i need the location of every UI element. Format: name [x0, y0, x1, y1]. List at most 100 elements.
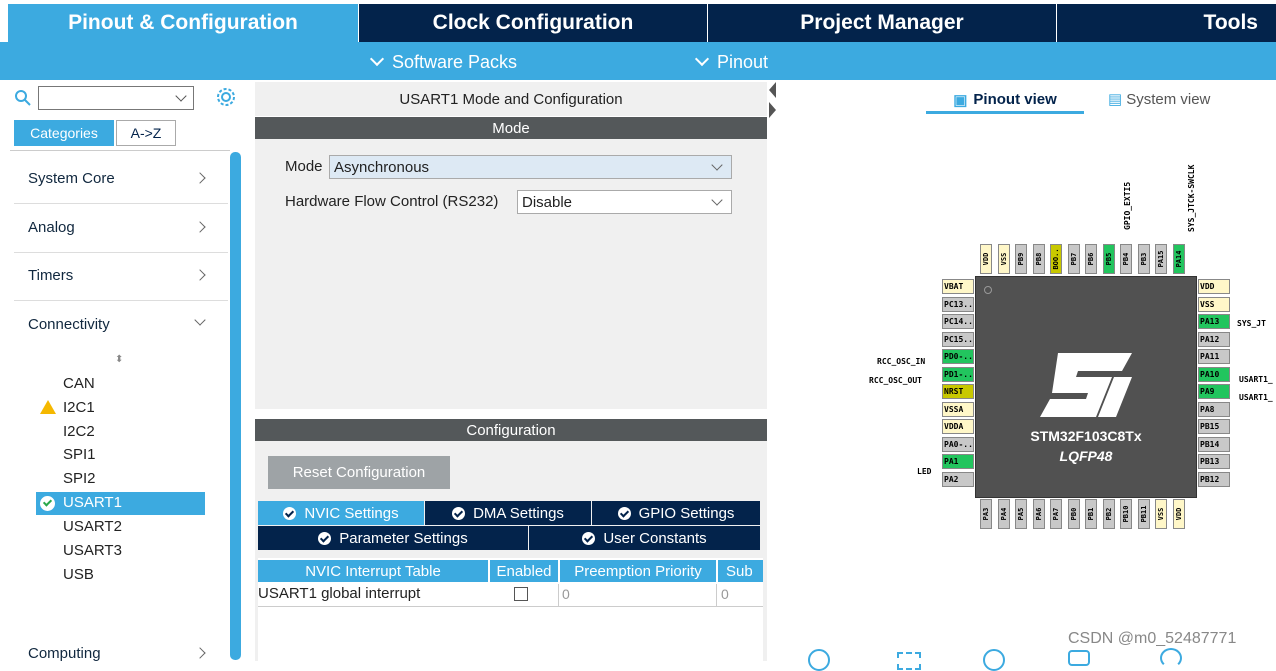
pin-vbat[interactable]: VBAT: [942, 279, 974, 294]
mode-select[interactable]: Asynchronous: [329, 155, 732, 179]
pin-pa8[interactable]: PA8: [1198, 401, 1230, 417]
peripheral-usart1[interactable]: USART1: [63, 494, 122, 511]
pinout-menu[interactable]: Pinout: [694, 50, 768, 74]
peripheral-can[interactable]: CAN: [63, 375, 95, 392]
tab-dma-settings[interactable]: DMA Settings: [425, 501, 591, 525]
peripheral-usart2[interactable]: USART2: [63, 518, 122, 535]
category-timers[interactable]: Timers: [28, 267, 208, 284]
pin-pa9[interactable]: PA9: [1198, 384, 1230, 399]
zoom-in-icon[interactable]: [808, 649, 830, 671]
refresh-icon[interactable]: [1160, 648, 1182, 668]
category-system-core[interactable]: System Core: [28, 170, 208, 187]
pin-vdd[interactable]: VDD: [1172, 499, 1185, 529]
pin-vdd[interactable]: VDD: [1198, 279, 1230, 294]
pin-pb0[interactable]: PB0: [1067, 499, 1080, 529]
tab-project-manager[interactable]: Project Manager: [707, 4, 1056, 42]
pin-pa13[interactable]: PA13: [1198, 314, 1230, 329]
pin-pa1[interactable]: PA1: [942, 454, 974, 469]
category-analog[interactable]: Analog: [28, 219, 208, 236]
reset-configuration-button[interactable]: Reset Configuration: [268, 456, 450, 489]
pin1-marker: [984, 286, 992, 294]
rotate-icon[interactable]: [1068, 650, 1090, 666]
pin-pb9[interactable]: PB9: [1015, 244, 1027, 274]
pin-pd1[interactable]: PD1-..: [942, 366, 974, 382]
pin-pb4[interactable]: PB4: [1120, 244, 1132, 274]
pin-pa3[interactable]: PA3: [980, 499, 992, 529]
tab-user-constants[interactable]: User Constants: [529, 526, 760, 550]
search-input[interactable]: [38, 86, 194, 110]
pin-vss[interactable]: VSS: [997, 244, 1010, 274]
pin-vssa[interactable]: VSSA: [942, 401, 974, 417]
tab-system-view[interactable]: ▤ System view: [1108, 90, 1210, 108]
pin-pb8[interactable]: PB8: [1032, 244, 1045, 274]
splitter[interactable]: [767, 82, 779, 661]
top-navigation: Pinout & Configuration Clock Configurati…: [0, 0, 1276, 42]
pin-pa11[interactable]: PA11: [1198, 349, 1230, 364]
zoom-out-icon[interactable]: [983, 649, 1005, 671]
chevron-down-icon: [369, 51, 385, 67]
configuration-header: Configuration: [255, 419, 767, 441]
pin-nrst[interactable]: NRST: [942, 384, 974, 399]
pin-pb6[interactable]: PB6: [1085, 244, 1097, 274]
pin-pd0[interactable]: PD0-..: [942, 349, 974, 364]
tab-a-to-z[interactable]: A->Z: [116, 120, 176, 146]
pin-pa6[interactable]: PA6: [1032, 499, 1045, 529]
check-icon: [283, 506, 297, 520]
pin-pb3[interactable]: PB3: [1137, 244, 1150, 274]
pin-pb14[interactable]: PB14: [1198, 436, 1230, 452]
pin-boo[interactable]: BOO..: [1050, 244, 1062, 274]
chevron-down-icon[interactable]: [175, 90, 187, 102]
peripheral-spi2[interactable]: SPI2: [63, 470, 96, 487]
peripheral-i2c2[interactable]: I2C2: [63, 423, 95, 440]
tab-nvic-settings[interactable]: NVIC Settings: [258, 501, 424, 525]
pin-pb7[interactable]: PB7: [1067, 244, 1080, 274]
pin-pc14[interactable]: PC14..: [942, 314, 974, 329]
scrollbar[interactable]: [230, 152, 241, 660]
peripheral-spi1[interactable]: SPI1: [63, 446, 96, 463]
pin-pc15[interactable]: PC15..: [942, 331, 974, 347]
software-packs-menu[interactable]: Software Packs: [369, 50, 517, 74]
category-computing[interactable]: Computing: [28, 645, 208, 662]
pin-pa12[interactable]: PA12: [1198, 331, 1230, 347]
table-cell-sub[interactable]: 0: [721, 586, 729, 602]
table-cell-preemption[interactable]: 0: [562, 586, 570, 602]
search-icon[interactable]: [14, 89, 32, 107]
pin-pa14[interactable]: PA14: [1172, 244, 1185, 274]
tab-categories[interactable]: Categories: [14, 120, 114, 146]
pin-vdda[interactable]: VDDA: [942, 419, 974, 434]
category-connectivity[interactable]: Connectivity: [28, 314, 208, 333]
tab-gpio-settings[interactable]: GPIO Settings: [592, 501, 760, 525]
pin-pb12[interactable]: PB12: [1198, 471, 1230, 487]
pin-vdd[interactable]: VDD: [980, 244, 992, 274]
flow-control-select[interactable]: Disable: [517, 190, 732, 214]
pin-pb15[interactable]: PB15: [1198, 419, 1230, 434]
peripheral-usart3[interactable]: USART3: [63, 542, 122, 559]
pin-pb11[interactable]: PB11: [1137, 499, 1150, 529]
pin-pa10[interactable]: PA10: [1198, 366, 1230, 382]
tab-parameter-settings[interactable]: Parameter Settings: [258, 526, 528, 550]
gear-icon[interactable]: [215, 86, 237, 108]
tab-clock-configuration[interactable]: Clock Configuration: [358, 4, 707, 42]
pin-pb1[interactable]: PB1: [1085, 499, 1097, 529]
tab-pinout-view[interactable]: ▣ Pinout view: [926, 88, 1084, 114]
pin-pa5[interactable]: PA5: [1015, 499, 1027, 529]
pin-pa4[interactable]: PA4: [997, 499, 1010, 529]
pin-vss[interactable]: VSS: [1155, 499, 1167, 529]
peripheral-i2c1[interactable]: I2C1: [63, 399, 95, 416]
enabled-checkbox[interactable]: [514, 587, 528, 601]
pin-vss[interactable]: VSS: [1198, 296, 1230, 312]
sort-icon[interactable]: ⬍: [115, 354, 123, 365]
tab-pinout-configuration[interactable]: Pinout & Configuration: [8, 4, 358, 42]
pin-pb5[interactable]: PB5: [1102, 244, 1115, 274]
pin-pa15[interactable]: PA15: [1155, 244, 1167, 274]
pin-pb2[interactable]: PB2: [1102, 499, 1115, 529]
pin-pa7[interactable]: PA7: [1050, 499, 1062, 529]
pin-pa0[interactable]: PA0-..: [942, 436, 974, 452]
peripheral-usb[interactable]: USB: [63, 566, 94, 583]
fit-icon[interactable]: [897, 652, 921, 670]
pin-pa2[interactable]: PA2: [942, 471, 974, 487]
tab-tools[interactable]: Tools: [1056, 4, 1276, 42]
pin-pb13[interactable]: PB13: [1198, 454, 1230, 469]
pin-pb10[interactable]: PB10: [1120, 499, 1132, 529]
pin-pc13[interactable]: PC13..: [942, 296, 974, 312]
